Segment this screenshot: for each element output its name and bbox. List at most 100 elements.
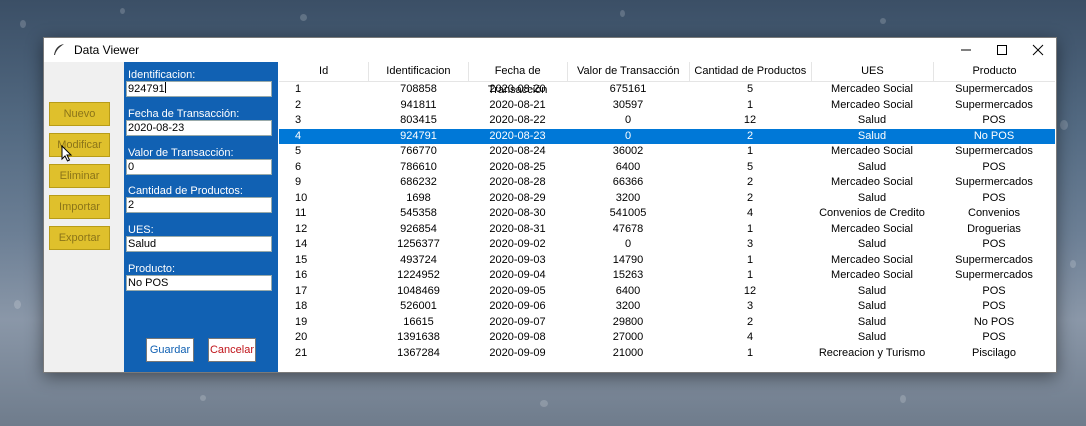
table-row[interactable]: 2 941811 2020-08-21 30597 1 Mercadeo Social Su… xyxy=(279,98,1055,114)
cell-producto: Piscilago xyxy=(971,346,1017,359)
modify-button[interactable]: Modificar xyxy=(49,133,110,157)
column-header-identificacion[interactable]: Identificacion xyxy=(369,62,469,81)
column-header-fecha[interactable]: Fecha de Transacción xyxy=(469,62,568,96)
table-row[interactable]: 11 545358 2020-08-30 541005 4 Convenios de Cr… xyxy=(279,206,1055,222)
table-row[interactable]: 6 786610 2020-08-25 6400 5 Salud POS xyxy=(279,160,1055,176)
cell-producto: POS xyxy=(982,331,1006,343)
identificacion-field[interactable]: 924791 xyxy=(126,81,272,97)
cell-ues: Salud xyxy=(857,300,887,312)
cell-valor: 0 xyxy=(624,238,632,250)
cell-valor: 14790 xyxy=(612,253,644,266)
cell-producto: Supermercados xyxy=(955,98,1033,111)
cell-producto: Supermercados xyxy=(955,253,1033,266)
save-button[interactable]: Guardar xyxy=(146,338,194,362)
cell-ues: Salud xyxy=(857,114,887,126)
cell-identificacion: 493724 xyxy=(400,253,437,266)
cell-id: 15 xyxy=(295,253,308,266)
cell-producto: POS xyxy=(982,284,1006,297)
maximize-button[interactable] xyxy=(984,38,1020,62)
cell-ues: Salud xyxy=(857,315,887,328)
cell-cantidad: 1 xyxy=(746,98,754,111)
delete-button[interactable]: Eliminar xyxy=(49,164,110,188)
close-button[interactable] xyxy=(1020,38,1056,62)
cell-fecha: 2020-09-06 xyxy=(489,300,546,312)
cell-valor: 15263 xyxy=(612,269,644,281)
export-button[interactable]: Exportar xyxy=(49,226,110,250)
cell-fecha: 2020-09-02 xyxy=(489,238,546,250)
column-header-id[interactable]: Id xyxy=(279,62,370,81)
cell-identificacion: 526001 xyxy=(400,300,437,312)
table-row[interactable]: 20 1391638 2020-09-08 27000 4 Salud POS xyxy=(279,330,1055,346)
column-header-cantidad[interactable]: Cantidad de Productos xyxy=(690,62,812,81)
ues-field[interactable]: Salud xyxy=(126,236,272,252)
cell-cantidad: 1 xyxy=(746,222,754,235)
transactions-table: Id Identificacion Fecha de Transacción V… xyxy=(279,62,1055,372)
fecha-label: Fecha de Transacción: xyxy=(128,108,240,120)
cell-identificacion: 708858 xyxy=(400,83,437,95)
column-header-ues[interactable]: UES xyxy=(812,62,934,81)
cantidad-field[interactable]: 2 xyxy=(126,197,272,213)
minimize-button[interactable] xyxy=(948,38,984,62)
cell-valor: 541005 xyxy=(609,207,647,219)
table-row[interactable]: 14 1256377 2020-09-02 0 3 Salud POS xyxy=(279,237,1055,253)
producto-label: Producto: xyxy=(128,263,176,275)
column-header-valor[interactable]: Valor de Transacción xyxy=(568,62,690,81)
cell-ues: Mercadeo Social xyxy=(831,176,913,188)
cell-producto: Supermercados xyxy=(955,269,1033,281)
cell-cantidad: 1 xyxy=(746,346,754,359)
cell-id: 14 xyxy=(295,238,308,250)
feather-icon xyxy=(54,44,64,55)
cell-fecha: 2020-08-22 xyxy=(489,114,546,126)
table-row[interactable]: 19 16615 2020-09-07 29800 2 Salud No POS xyxy=(279,315,1055,331)
cell-producto: Supermercados xyxy=(955,83,1033,95)
close-icon xyxy=(1032,44,1044,56)
table-row[interactable]: 10 1698 2020-08-29 3200 2 Salud POS xyxy=(279,191,1055,207)
valor-field[interactable]: 0 xyxy=(126,159,272,175)
cell-cantidad: 1 xyxy=(746,253,754,266)
cell-cantidad: 4 xyxy=(746,331,754,343)
cell-valor: 3200 xyxy=(615,191,641,204)
cell-ues: Mercadeo Social xyxy=(831,98,913,111)
table-row[interactable]: 12 926854 2020-08-31 47678 1 Mercadeo Social D… xyxy=(279,222,1055,238)
cell-identificacion: 803415 xyxy=(400,114,437,126)
cell-id: 3 xyxy=(295,114,302,126)
column-header-producto[interactable]: Producto xyxy=(934,62,1055,81)
import-button[interactable]: Importar xyxy=(49,195,110,219)
table-row[interactable]: 3 803415 2020-08-22 0 12 Salud POS xyxy=(279,113,1055,129)
table-row[interactable]: 1 708858 2020-08-20 675161 5 Mercadeo Social S… xyxy=(279,82,1055,98)
new-button[interactable]: Nuevo xyxy=(49,102,110,126)
cell-producto: Droguerias xyxy=(967,222,1021,235)
table-row[interactable]: 18 526001 2020-09-06 3200 3 Salud POS xyxy=(279,299,1055,315)
cell-id: 9 xyxy=(295,176,302,188)
cell-valor: 21000 xyxy=(612,346,644,359)
cell-valor: 29800 xyxy=(612,315,644,328)
cancel-button[interactable]: Cancelar xyxy=(208,338,256,362)
cell-identificacion: 1698 xyxy=(406,191,431,204)
table-row[interactable]: 15 493724 2020-09-03 14790 1 Mercadeo Social S… xyxy=(279,253,1055,269)
cell-id: 6 xyxy=(295,160,302,173)
table-row-selected[interactable]: 4 924791 2020-08-23 0 2 Salud No POS xyxy=(279,128,1055,144)
table-row[interactable]: 16 1224952 2020-09-04 15263 1 Mercadeo Social… xyxy=(279,268,1055,284)
cell-ues: Mercadeo Social xyxy=(831,253,913,266)
cell-id: 20 xyxy=(295,331,308,343)
title-bar[interactable]: Data Viewer xyxy=(44,38,1056,62)
cell-producto: Convenios xyxy=(968,207,1020,219)
cell-id: 19 xyxy=(295,315,308,328)
table-row[interactable]: 9 686232 2020-08-28 66366 2 Mercadeo Social Su… xyxy=(279,175,1055,191)
cell-cantidad: 2 xyxy=(746,176,754,188)
cell-id: 16 xyxy=(295,269,308,281)
table-row[interactable]: 21 1367284 2020-09-09 21000 1 Recreacion y Tu… xyxy=(279,346,1055,362)
cell-ues: Salud xyxy=(857,284,887,297)
cell-fecha: 2020-08-20 xyxy=(489,83,546,95)
maximize-icon xyxy=(997,45,1007,55)
table-row[interactable]: 5 766770 2020-08-24 36002 1 Mercadeo Social Su… xyxy=(279,144,1055,160)
cell-cantidad: 5 xyxy=(746,83,754,95)
cell-valor: 27000 xyxy=(612,331,644,343)
identificacion-label: Identificacion: xyxy=(128,69,196,81)
fecha-field[interactable]: 2020-08-23 xyxy=(126,120,272,136)
producto-field[interactable]: No POS xyxy=(126,275,272,291)
cell-fecha: 2020-08-23 xyxy=(489,129,546,142)
table-row[interactable]: 17 1048469 2020-09-05 6400 12 Salud POS xyxy=(279,284,1055,300)
table-body: 1 708858 2020-08-20 675161 5 Mercadeo Social S… xyxy=(279,82,1055,361)
cell-id: 12 xyxy=(295,222,308,235)
